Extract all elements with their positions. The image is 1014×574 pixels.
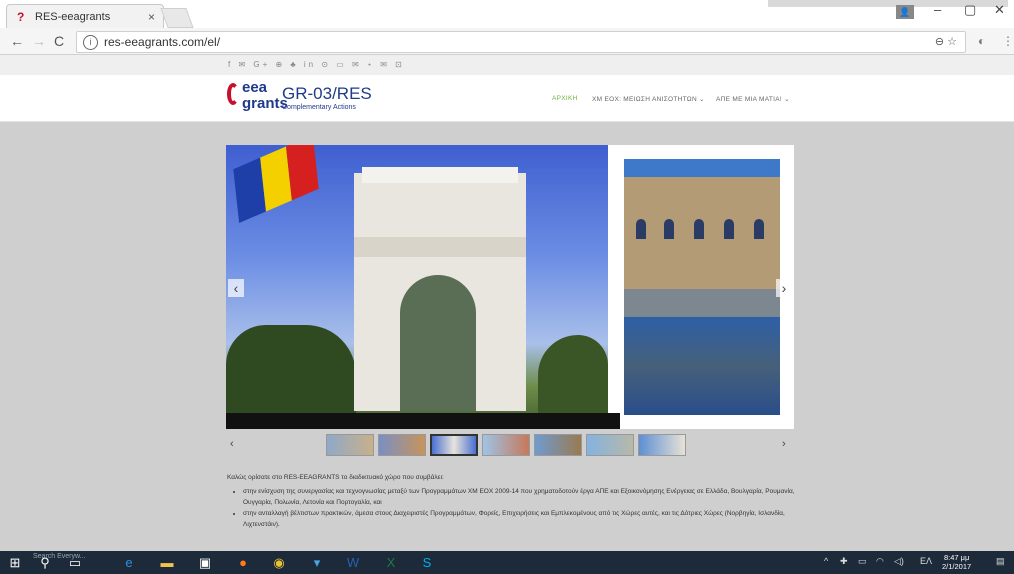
windows-start-icon[interactable]: ⊞ — [6, 554, 24, 571]
thumbnail[interactable] — [638, 434, 686, 456]
close-window-button[interactable]: ✕ — [994, 2, 1005, 18]
file-explorer-icon[interactable]: ▬ — [158, 554, 176, 571]
profile-icon[interactable]: 👤 — [896, 5, 914, 19]
back-arrow-icon[interactable]: ← — [10, 33, 24, 49]
arch-attic — [362, 167, 518, 183]
menu-item-eea-inequalities[interactable]: ΧΜ ΕΟΧ: ΜΕΙΩΣΗ ΑΝΙΣΟΤΗΤΩΝ ⌄ — [592, 95, 705, 103]
skype-icon[interactable]: S — [418, 554, 436, 571]
store-icon[interactable]: ▣ — [196, 554, 214, 571]
excel-icon[interactable]: X — [382, 554, 400, 571]
extension-icon[interactable]: ◐ — [978, 34, 985, 48]
slide-palace-reflection — [624, 159, 780, 415]
tab-close-button[interactable]: × — [148, 10, 155, 24]
notifications-icon[interactable]: ▤ — [996, 556, 1005, 567]
palace-window — [754, 219, 764, 239]
taskbar-search-hint: Search Everyw... — [33, 553, 86, 560]
thumbnail-strip: ‹ › — [226, 430, 794, 460]
intro-bullet-list: στην ενίσχυση της συνεργασίας και τεχνογ… — [233, 486, 813, 530]
site-title[interactable]: GR-03/RES — [282, 84, 372, 104]
info-icon[interactable]: i — [83, 35, 98, 51]
thumbnail[interactable] — [586, 434, 634, 456]
logo-eea-text: eea — [242, 79, 268, 96]
chrome-icon[interactable]: ◉ — [270, 554, 288, 571]
thumbnail-active[interactable] — [430, 434, 478, 456]
toolbar: ← → C i res-eeagrants.com/el/ ⊖ ☆ ◐ ⋮ — [0, 28, 1014, 55]
intro-text: Καλώς ορίσατε στο RES-EEAGRANTS το διαδι… — [227, 474, 444, 481]
palace-reflection — [624, 317, 780, 415]
trees-left — [226, 325, 356, 415]
browser-tab[interactable]: ? RES-eeagrants × — [6, 4, 164, 29]
firefox-icon[interactable]: ● — [234, 554, 252, 571]
app-icon[interactable]: ▾ — [308, 554, 326, 571]
clock-date: 2/1/2017 — [942, 562, 972, 571]
thumbs-prev-button[interactable]: ‹ — [230, 438, 234, 450]
thumbnail[interactable] — [326, 434, 374, 456]
address-bar[interactable]: i res-eeagrants.com/el/ ⊖ ☆ — [76, 31, 966, 53]
logo-grants-text: grants — [242, 95, 288, 112]
reload-icon[interactable]: C — [54, 33, 64, 49]
palace-window — [636, 219, 646, 239]
thumbnail[interactable] — [378, 434, 426, 456]
slide-caption-bar — [226, 413, 620, 429]
system-clock[interactable]: 8:47 μμ 2/1/2017 — [942, 553, 971, 571]
thumbs-next-button[interactable]: › — [782, 438, 786, 450]
tab-title: RES-eeagrants — [35, 11, 111, 23]
thumbnail[interactable] — [534, 434, 582, 456]
minimize-button[interactable]: – — [934, 2, 941, 17]
edge-browser-icon[interactable]: e — [120, 554, 138, 571]
arch-opening — [400, 275, 476, 411]
trees-right — [538, 335, 608, 415]
list-item: στην ανταλλαγή βέλτιστων πρακτικών, άμεσ… — [243, 508, 813, 530]
language-indicator[interactable]: ΕΛ — [920, 556, 932, 566]
menu-kebab-icon[interactable]: ⋮ — [1002, 34, 1014, 48]
bookmark-star-icon[interactable]: ☆ — [947, 36, 957, 48]
slider-next-button[interactable]: › — [776, 279, 792, 297]
zoom-icon[interactable]: ⊖ — [935, 36, 944, 48]
site-subtitle: Complementary Actions — [282, 104, 356, 111]
volume-icon[interactable]: ◁) — [894, 556, 904, 567]
windows-taskbar: ⊞ ⚲ ▭ e ▬ ▣ ● ◉ ▾ W X S ^ ✚ ▭ ◠ ◁) ΕΛ 8:… — [0, 551, 1014, 574]
image-slider[interactable]: ‹ › — [226, 145, 794, 429]
wifi-icon[interactable]: ◠ — [876, 556, 884, 567]
social-icons[interactable]: f ✉ G+ ⊕ ♣ in ⊙ ▭ ✉ ⋆ ✉ ⊡ — [228, 60, 405, 69]
menu-item-home[interactable]: ΑΡΧΙΚΗ — [552, 95, 578, 102]
palace-window — [724, 219, 734, 239]
eea-logo-icon — [227, 83, 239, 105]
thumbnail[interactable] — [482, 434, 530, 456]
site-header: eea grants GR-03/RES Complementary Actio… — [0, 75, 1014, 122]
menu-item-res-glance[interactable]: ΑΠΕ ΜΕ ΜΙΑ ΜΑΤΙΑ! ⌄ — [716, 95, 790, 103]
romania-flag-icon — [233, 145, 319, 224]
url-text: res-eeagrants.com/el/ — [104, 35, 221, 49]
palace-window — [664, 219, 674, 239]
maximize-button[interactable]: ▢ — [964, 2, 976, 18]
new-tab-button[interactable] — [160, 8, 194, 28]
favicon-icon: ? — [17, 10, 25, 24]
battery-icon[interactable]: ▭ — [858, 556, 867, 567]
social-links-bar: f ✉ G+ ⊕ ♣ in ⊙ ▭ ✉ ⋆ ✉ ⊡ — [0, 55, 1014, 75]
word-icon[interactable]: W — [344, 554, 362, 571]
river-water — [624, 289, 780, 317]
arch-band — [354, 237, 526, 257]
slide-arch-of-triumph — [226, 145, 608, 429]
slider-prev-button[interactable]: ‹ — [228, 279, 244, 297]
clock-time: 8:47 μμ — [943, 553, 970, 562]
list-item: στην ενίσχυση της συνεργασίας και τεχνογ… — [243, 486, 813, 508]
tray-chevron-icon[interactable]: ^ — [824, 556, 828, 566]
tray-app-icon[interactable]: ✚ — [840, 556, 848, 567]
forward-arrow-icon[interactable]: → — [32, 33, 46, 49]
tab-strip: ? RES-eeagrants × 👤 – ▢ ✕ — [0, 0, 1014, 29]
palace-window — [694, 219, 704, 239]
